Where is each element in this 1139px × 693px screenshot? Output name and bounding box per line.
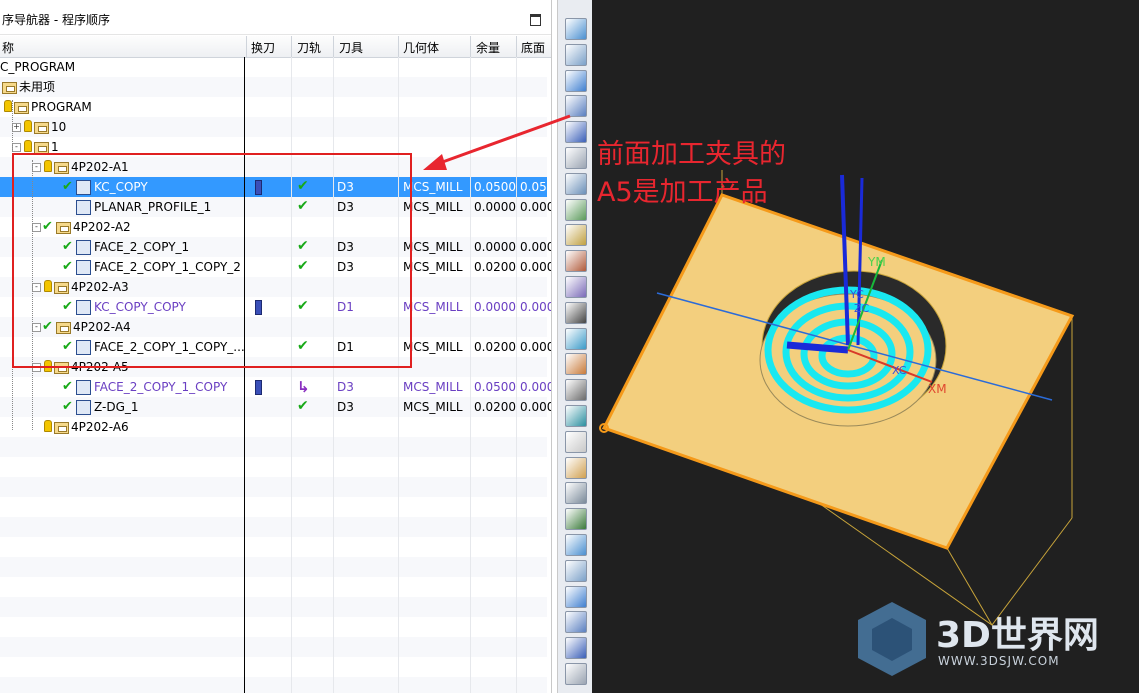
- annotation-text: 前面加工夹具的 A5是加工产品: [597, 136, 786, 212]
- annotation-line-1: 前面加工夹具的: [597, 139, 786, 170]
- watermark-cube-icon: [858, 602, 926, 676]
- watermark-url: WWW.3DSJW.COM: [938, 654, 1060, 668]
- annotation-line-2: A5是加工产品: [597, 177, 768, 208]
- annotation-arrow: [423, 114, 571, 170]
- watermark-title: 3D世界网: [936, 615, 1099, 656]
